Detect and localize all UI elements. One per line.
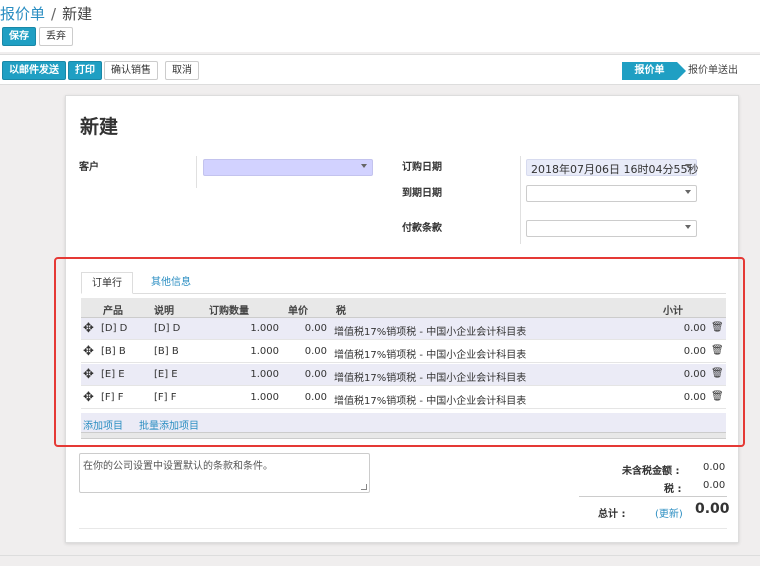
terms-notes-textarea[interactable]: 在你的公司设置中设置默认的条款和条件。 [79, 453, 370, 493]
confirm-sale-button[interactable]: 确认销售 [104, 61, 158, 80]
order-date-field[interactable]: 2018年07月06日 16时04分55秒 [526, 159, 699, 176]
terms-notes-placeholder: 在你的公司设置中设置默认的条款和条件。 [83, 461, 273, 472]
page-divider [0, 555, 760, 556]
field-divider [520, 156, 521, 244]
order-date-label: 订购日期 [402, 162, 442, 173]
tax-value: 0.00 [703, 480, 726, 491]
resize-handle-icon[interactable] [361, 484, 367, 490]
breadcrumb-separator: / [51, 5, 57, 23]
expiration-date-label: 到期日期 [402, 188, 442, 199]
update-totals-link[interactable]: (更新) [655, 505, 683, 520]
customer-label: 客户 [79, 162, 99, 173]
field-divider [196, 156, 197, 188]
total-value: 0.00 [695, 501, 730, 517]
payment-terms-select[interactable] [526, 220, 697, 237]
tax-label: 税 : [664, 484, 682, 495]
customer-select[interactable] [203, 159, 373, 176]
print-button[interactable]: 打印 [68, 61, 102, 80]
breadcrumb-parent[interactable]: 报价单 [0, 5, 45, 23]
status-quotation[interactable]: 报价单 [622, 62, 686, 80]
totals-divider [579, 496, 727, 497]
cancel-button[interactable]: 取消 [165, 61, 199, 80]
save-button[interactable]: 保存 [2, 27, 36, 46]
caret-down-icon [685, 190, 691, 194]
status-quotation-sent[interactable]: 报价单送出 [688, 62, 738, 80]
breadcrumb-current: 新建 [62, 5, 93, 23]
caret-down-icon [361, 164, 367, 168]
order-date-value: 2018年07月06日 16时04分55秒 [531, 163, 699, 176]
discard-button[interactable]: 丢弃 [39, 27, 73, 46]
total-label: 总计 : [598, 509, 626, 520]
send-email-button[interactable]: 以邮件发送 [2, 61, 66, 80]
control-panel: 报价单 / 新建 保存 丢弃 [0, 0, 760, 52]
expiration-date-field[interactable] [526, 185, 697, 202]
untaxed-amount-label: 未含税金额 : [622, 466, 680, 477]
action-statusbar: 以邮件发送 打印 确认销售 取消 报价单 报价单送出 [0, 54, 760, 85]
caret-down-icon [685, 225, 691, 229]
sheet-divider [79, 528, 727, 529]
breadcrumb: 报价单 / 新建 [0, 3, 92, 24]
highlight-box [54, 257, 745, 447]
untaxed-amount-value: 0.00 [703, 462, 726, 473]
payment-terms-label: 付款条款 [402, 223, 442, 234]
page-title: 新建 [80, 116, 119, 138]
caret-down-icon [685, 164, 691, 168]
